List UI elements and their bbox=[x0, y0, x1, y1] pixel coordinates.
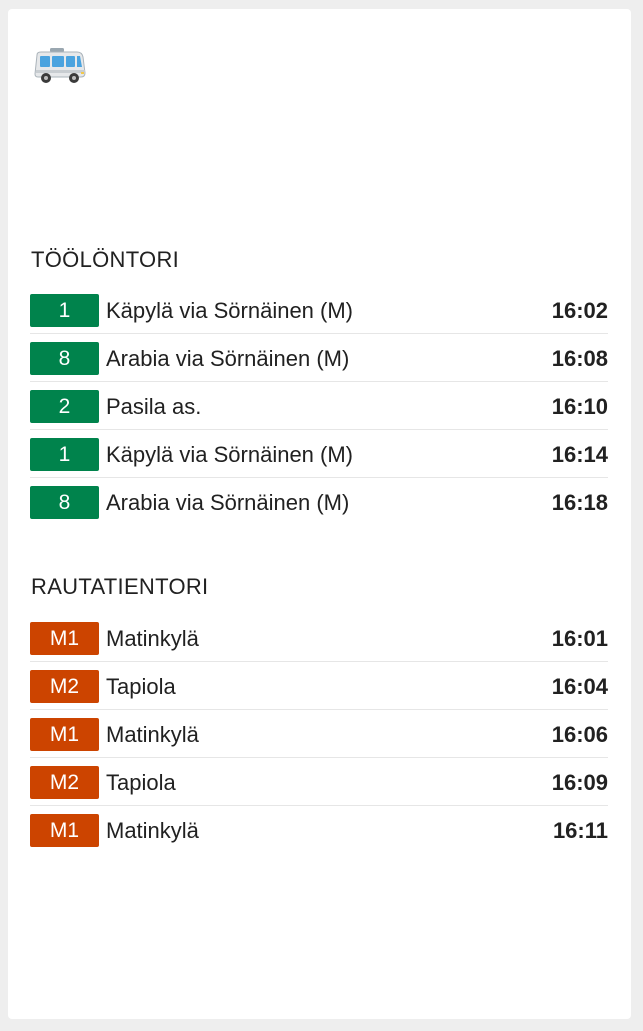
departure-time: 16:09 bbox=[551, 769, 608, 795]
departure-row: 8 Arabia via Sörnäinen (M) 16:18 bbox=[30, 478, 608, 526]
departure-row: M1 Matinkylä 16:06 bbox=[30, 710, 608, 758]
stop-title: TÖÖLÖNTORI bbox=[31, 247, 180, 272]
departure-time: 16:06 bbox=[551, 721, 608, 747]
departure-time: 16:10 bbox=[551, 393, 608, 419]
line-badge: 2 bbox=[30, 390, 99, 423]
stop-title: RAUTATIENTORI bbox=[31, 574, 209, 599]
destination: Matinkylä bbox=[106, 721, 199, 747]
destination: Pasila as. bbox=[106, 393, 202, 419]
line-badge: 8 bbox=[30, 486, 99, 519]
destination: Matinkylä bbox=[106, 625, 199, 651]
destination: Tapiola bbox=[106, 673, 176, 699]
line-badge: M1 bbox=[30, 718, 99, 751]
departure-time: 16:08 bbox=[551, 345, 608, 371]
departure-row: M1 Matinkylä 16:11 bbox=[30, 806, 608, 854]
departure-list: M1 Matinkylä 16:01 M2 Tapiola 16:04 M1 M… bbox=[30, 614, 608, 854]
line-badge: 1 bbox=[30, 294, 99, 327]
departure-row: M1 Matinkylä 16:01 bbox=[30, 614, 608, 662]
destination: Käpylä via Sörnäinen (M) bbox=[106, 441, 354, 467]
line-badge: M2 bbox=[30, 670, 99, 703]
line-badge: M2 bbox=[30, 766, 99, 799]
departures-card: TÖÖLÖNTORI 1 Käpylä via Sörnäinen (M) 16… bbox=[8, 9, 631, 1019]
departure-time: 16:02 bbox=[551, 297, 608, 323]
departure-time: 16:01 bbox=[551, 625, 608, 651]
departure-time: 16:18 bbox=[551, 489, 608, 515]
bus-icon bbox=[34, 48, 86, 83]
departure-row: 2 Pasila as. 16:10 bbox=[30, 382, 608, 430]
departure-row: M2 Tapiola 16:04 bbox=[30, 662, 608, 710]
line-badge: M1 bbox=[30, 622, 99, 655]
departure-row: 1 Käpylä via Sörnäinen (M) 16:14 bbox=[30, 430, 608, 478]
departure-row: 8 Arabia via Sörnäinen (M) 16:08 bbox=[30, 334, 608, 382]
destination: Tapiola bbox=[106, 769, 176, 795]
line-badge: 8 bbox=[30, 342, 99, 375]
destination: Arabia via Sörnäinen (M) bbox=[106, 489, 350, 515]
line-badge: M1 bbox=[30, 814, 99, 847]
departure-row: 1 Käpylä via Sörnäinen (M) 16:02 bbox=[30, 286, 608, 334]
destination: Arabia via Sörnäinen (M) bbox=[106, 345, 350, 371]
destination: Käpylä via Sörnäinen (M) bbox=[106, 297, 354, 323]
departure-row: M2 Tapiola 16:09 bbox=[30, 758, 608, 806]
departure-time: 16:14 bbox=[551, 441, 608, 467]
departure-time: 16:11 bbox=[552, 817, 608, 843]
line-badge: 1 bbox=[30, 438, 99, 471]
destination: Matinkylä bbox=[106, 817, 199, 843]
departure-time: 16:04 bbox=[551, 673, 608, 699]
departure-list: 1 Käpylä via Sörnäinen (M) 16:02 8 Arabi… bbox=[30, 286, 608, 526]
